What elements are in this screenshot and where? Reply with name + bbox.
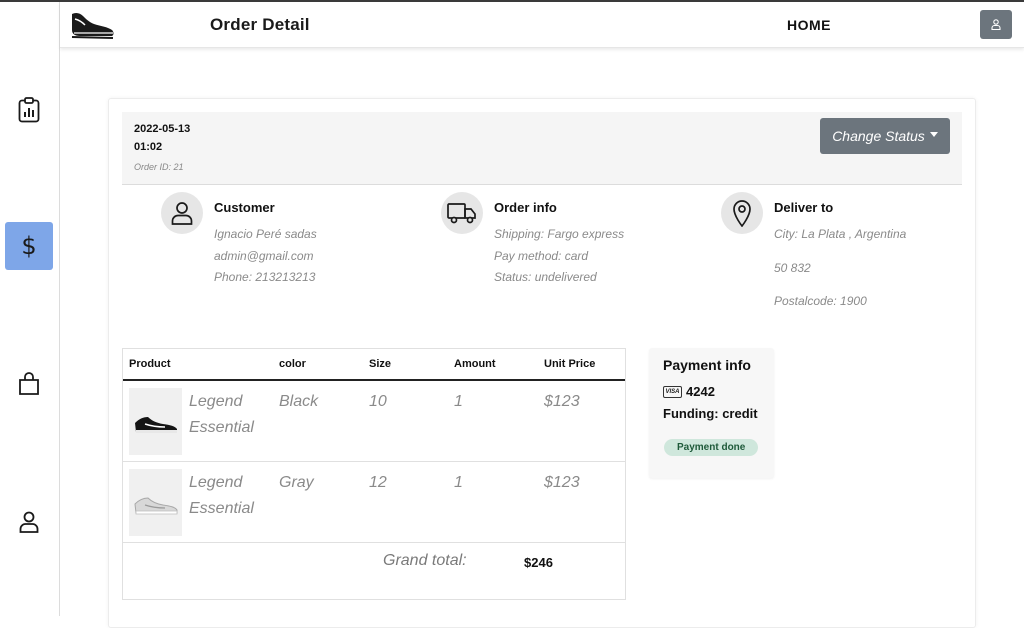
deliver-city: City: La Plata , Argentina (774, 227, 907, 241)
payment-title: Payment info (663, 357, 751, 373)
product-amount: 1 (454, 474, 463, 491)
payment-status-badge: Payment done (664, 439, 759, 456)
truck-icon-wrap (441, 192, 483, 234)
order-info-details: Shipping: Fargo express Pay method: card… (494, 224, 624, 289)
column-header-size: Size (369, 358, 392, 370)
product-name-line: Essential (189, 419, 254, 436)
table-row: Legend Essential Black 10 1 $123 (123, 381, 625, 462)
payment-info-card: Payment info VISA 4242 Funding: credit P… (649, 348, 774, 478)
home-link[interactable]: HOME (787, 17, 831, 33)
product-color: Gray (279, 474, 314, 491)
customer-details: Ignacio Peré sadas admin@gmail.com Phone… (214, 224, 317, 289)
truck-icon (447, 203, 476, 224)
dollar-icon: $ (21, 232, 37, 260)
product-thumbnail (129, 388, 182, 455)
sneaker-logo-icon[interactable] (70, 10, 116, 45)
order-date: 2022-05-13 (134, 123, 191, 135)
column-header-product: Product (129, 358, 171, 370)
user-icon (991, 19, 1001, 30)
visa-card-icon: VISA (663, 386, 682, 398)
change-status-button[interactable]: Change Status (820, 118, 950, 154)
product-price: $123 (544, 474, 580, 491)
clipboard-chart-icon (18, 97, 40, 123)
product-size: 10 (369, 393, 387, 410)
deliver-address: 50 832 (774, 260, 811, 275)
customer-name: Ignacio Peré sadas (214, 227, 317, 241)
funding-type: Funding: credit (663, 406, 758, 421)
product-color: Black (279, 393, 319, 410)
shopping-bag-icon (19, 372, 39, 395)
sidebar-item-reports[interactable] (5, 86, 53, 134)
sidebar-item-products[interactable] (5, 360, 53, 408)
product-amount: 1 (454, 393, 463, 410)
table-row: Legend Essential Gray 12 1 $123 (123, 462, 625, 543)
gray-sneaker-icon (133, 496, 177, 514)
deliver-title: Deliver to (774, 200, 834, 215)
page-title: Order Detail (210, 15, 310, 34)
location-icon-wrap (721, 192, 763, 234)
status-text: Status: undelivered (494, 270, 597, 284)
order-time: 01:02 (134, 141, 163, 153)
grand-total-value: $246 (524, 555, 553, 570)
user-menu-button[interactable] (980, 10, 1012, 39)
customer-title: Customer (214, 200, 275, 215)
column-header-unit-price: Unit Price (544, 358, 596, 370)
pay-method-text: Pay method: card (494, 248, 589, 263)
deliver-postal: Postalcode: 1900 (774, 294, 867, 308)
deliver-details: City: La Plata , Argentina 50 832 Postal… (774, 224, 906, 325)
caret-down-icon (929, 132, 938, 137)
product-name: Legend Essential (189, 470, 254, 522)
customer-phone: Phone: 213213213 (214, 270, 316, 284)
location-pin-icon (733, 200, 751, 227)
sidebar-item-users[interactable] (5, 498, 53, 546)
user-icon (171, 202, 193, 225)
top-header: Order Detail HOME (60, 2, 1024, 48)
order-id: Order ID: 21 (134, 162, 184, 172)
customer-email: admin@gmail.com (214, 248, 314, 263)
product-thumbnail (129, 469, 182, 536)
column-header-color: color (279, 358, 306, 370)
product-name-line: Legend (189, 474, 243, 491)
product-price: $123 (544, 393, 580, 410)
product-name-line: Legend (189, 393, 243, 410)
product-size: 12 (369, 474, 387, 491)
order-datetime: 2022-05-13 01:02 (134, 120, 190, 156)
change-status-label: Change Status (832, 128, 925, 144)
sidebar: $ (0, 2, 60, 616)
column-header-amount: Amount (454, 358, 496, 370)
card-last4: 4242 (686, 384, 715, 399)
order-header: 2022-05-13 01:02 Order ID: 21 Change Sta… (122, 112, 962, 185)
products-table: Product color Size Amount Unit Price Leg… (122, 348, 626, 600)
product-name: Legend Essential (189, 389, 254, 441)
shipping-text: Shipping: Fargo express (494, 227, 625, 241)
order-info-title: Order info (494, 200, 557, 215)
customer-avatar (161, 192, 203, 234)
grand-total-label: Grand total: (383, 552, 467, 569)
black-sneaker-icon (134, 416, 177, 433)
sidebar-item-orders[interactable]: $ (5, 222, 53, 270)
user-icon (19, 511, 39, 533)
product-name-line: Essential (189, 500, 254, 517)
